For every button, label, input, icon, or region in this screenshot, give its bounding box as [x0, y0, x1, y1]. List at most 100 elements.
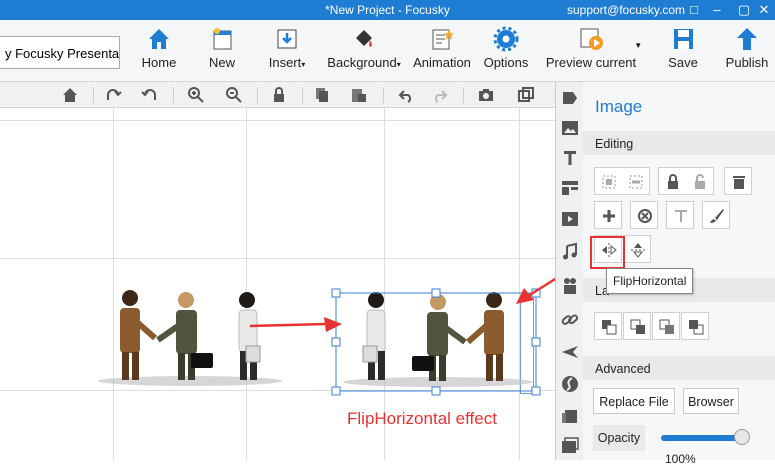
delete-button[interactable]	[724, 167, 752, 195]
unlock-icon[interactable]	[691, 173, 709, 191]
minimize-icon[interactable]: –	[706, 1, 728, 19]
plus-icon	[603, 210, 615, 222]
flipped-people-image[interactable]	[343, 292, 533, 387]
crop-buttons-group	[594, 167, 650, 195]
preview-dropdown-icon[interactable]: ▾	[636, 40, 641, 51]
home-view-icon[interactable]	[61, 86, 79, 104]
bring-to-front-button[interactable]	[594, 312, 622, 340]
brush-icon	[710, 209, 724, 223]
rotate-left-icon[interactable]	[141, 86, 159, 104]
gallery-icon[interactable]	[560, 436, 580, 456]
send-backward-button[interactable]	[652, 312, 680, 340]
brush-button[interactable]	[702, 201, 730, 229]
camera-icon[interactable]	[477, 86, 495, 104]
divider	[173, 87, 174, 103]
window-frame-icon[interactable]	[517, 86, 535, 104]
redo-icon[interactable]	[432, 86, 450, 104]
preview-current-button[interactable]: Preview current	[542, 26, 640, 70]
title-bar: *New Project - Focusky support@focusky.c…	[0, 0, 775, 20]
opacity-label: Opacity	[593, 425, 645, 451]
canvas[interactable]: FlipHorizontal effect	[0, 108, 555, 460]
divider	[383, 87, 384, 103]
animation-icon	[432, 29, 454, 50]
zoom-in-icon[interactable]	[187, 86, 205, 104]
shape-icon[interactable]	[560, 88, 580, 108]
replace-file-button[interactable]: Replace File	[593, 388, 675, 414]
add-button[interactable]	[594, 201, 622, 229]
opacity-slider-thumb[interactable]	[734, 429, 750, 445]
crop-icon[interactable]	[600, 173, 618, 191]
undo-icon[interactable]	[396, 86, 414, 104]
project-name-field[interactable]: y Focusky Presenta	[0, 36, 120, 69]
opacity-value: 100%	[665, 452, 696, 466]
flip-horizontal-tooltip: FlipHorizontal	[606, 268, 694, 294]
home-button[interactable]: Home	[138, 26, 180, 70]
rotate-right-icon[interactable]	[104, 86, 122, 104]
business-people-image[interactable]	[98, 290, 282, 386]
document-icon[interactable]	[560, 406, 580, 426]
animation-label: Animation	[413, 55, 471, 70]
highlight-box	[590, 236, 625, 269]
support-email[interactable]: support@focusky.com	[567, 3, 685, 17]
canvas-toolbar	[0, 82, 555, 108]
gear-icon	[493, 26, 519, 52]
lock-icon[interactable]	[270, 86, 288, 104]
advanced-section-header: Advanced	[583, 356, 775, 380]
music-icon[interactable]	[560, 242, 580, 262]
zoom-out-icon[interactable]	[225, 86, 243, 104]
lock-icon[interactable]	[664, 173, 682, 191]
layout-icon[interactable]	[560, 178, 580, 198]
image-icon[interactable]	[560, 118, 580, 138]
send-back-icon	[689, 320, 704, 335]
new-button[interactable]: New	[202, 26, 242, 70]
editing-section-header: Editing	[583, 131, 775, 155]
maximize-icon[interactable]: ▢	[733, 1, 755, 19]
preview-current-label: Preview current	[545, 55, 637, 70]
chevron-down-icon: ▾	[301, 60, 306, 69]
background-button[interactable]: Background▾	[324, 26, 404, 70]
insert-label: Insert	[268, 55, 302, 70]
copy-icon[interactable]	[313, 86, 331, 104]
divider	[257, 87, 258, 103]
insert-icon	[277, 29, 297, 49]
object-type-strip	[555, 82, 583, 460]
insert-button[interactable]: Insert▾	[263, 26, 311, 70]
opacity-slider-track[interactable]	[661, 435, 745, 441]
close-icon[interactable]: ✕	[753, 1, 775, 19]
options-label: Options	[483, 55, 529, 70]
home-label: Home	[141, 55, 177, 70]
ribbon: y Focusky Presenta Home New Insert▾ Back…	[0, 20, 775, 82]
fit-icon[interactable]	[627, 173, 645, 191]
flash-icon[interactable]	[560, 374, 580, 394]
video-icon[interactable]	[560, 209, 580, 229]
restore-icon[interactable]: □	[683, 1, 705, 19]
save-button[interactable]: Save	[664, 26, 702, 70]
background-label: Background	[327, 55, 397, 70]
text-button[interactable]	[666, 201, 694, 229]
link-icon[interactable]	[560, 310, 580, 330]
lock-buttons-group	[658, 167, 714, 195]
publish-button[interactable]: Publish	[724, 26, 770, 70]
text-icon[interactable]	[560, 148, 580, 168]
send-to-back-button[interactable]	[681, 312, 709, 340]
effect-caption: FlipHorizontal effect	[347, 409, 497, 428]
bring-forward-button[interactable]	[623, 312, 651, 340]
preview-icon	[580, 28, 603, 50]
bring-front-icon	[602, 320, 617, 335]
options-button[interactable]: Options	[482, 26, 530, 70]
new-icon	[213, 28, 232, 50]
clear-button[interactable]	[630, 201, 658, 229]
paste-icon[interactable]	[350, 86, 368, 104]
publish-icon	[737, 28, 757, 50]
plane-icon[interactable]	[560, 342, 580, 362]
trash-icon	[733, 176, 745, 189]
canvas-drawing	[98, 288, 541, 396]
panel-title: Image	[595, 97, 643, 116]
animation-button[interactable]: Animation	[411, 26, 473, 70]
browser-button[interactable]: Browser	[683, 388, 739, 414]
flip-vertical-button[interactable]	[623, 235, 651, 263]
people-icon[interactable]	[560, 276, 580, 296]
chevron-down-icon: ▾	[396, 60, 401, 69]
background-icon	[356, 30, 372, 47]
flip-vertical-icon	[631, 243, 645, 258]
